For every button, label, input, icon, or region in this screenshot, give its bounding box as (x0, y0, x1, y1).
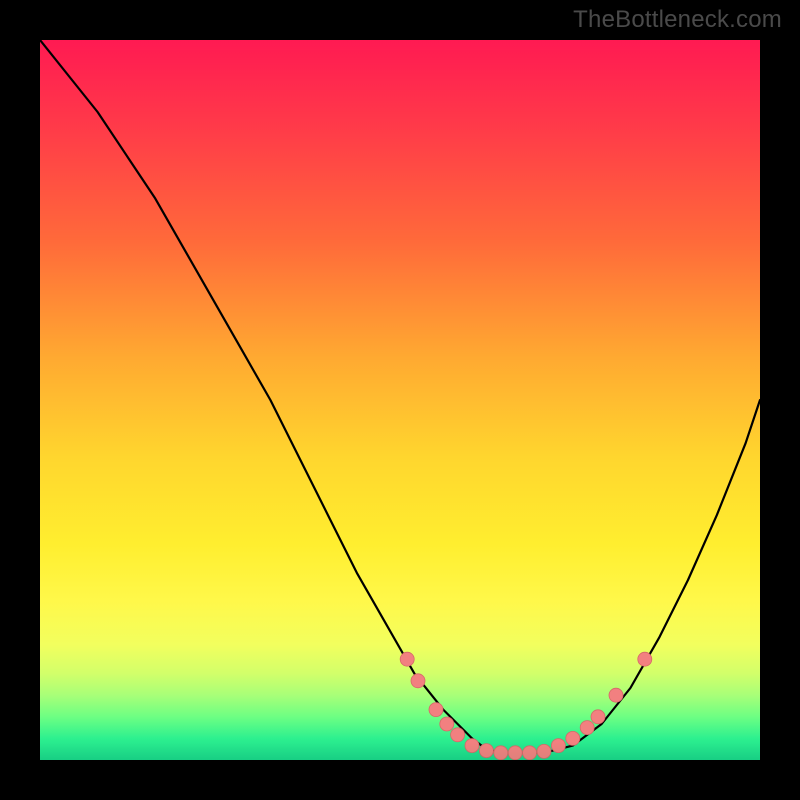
data-marker (451, 728, 465, 742)
data-marker (591, 710, 605, 724)
data-marker (465, 739, 479, 753)
chart-svg (40, 40, 760, 760)
data-marker (638, 652, 652, 666)
data-marker (537, 744, 551, 758)
data-marker (440, 717, 454, 731)
data-marker (580, 721, 594, 735)
data-marker (523, 746, 537, 760)
data-marker (508, 746, 522, 760)
data-marker (479, 744, 493, 758)
data-marker (411, 674, 425, 688)
data-marker (429, 703, 443, 717)
bottleneck-curve (40, 40, 760, 753)
plot-area (40, 40, 760, 760)
marker-group (400, 652, 652, 760)
data-marker (566, 731, 580, 745)
watermark-text: TheBottleneck.com (573, 6, 782, 34)
data-marker (400, 652, 414, 666)
chart-frame: TheBottleneck.com (0, 0, 800, 800)
data-marker (609, 688, 623, 702)
data-marker (551, 739, 565, 753)
data-marker (494, 746, 508, 760)
